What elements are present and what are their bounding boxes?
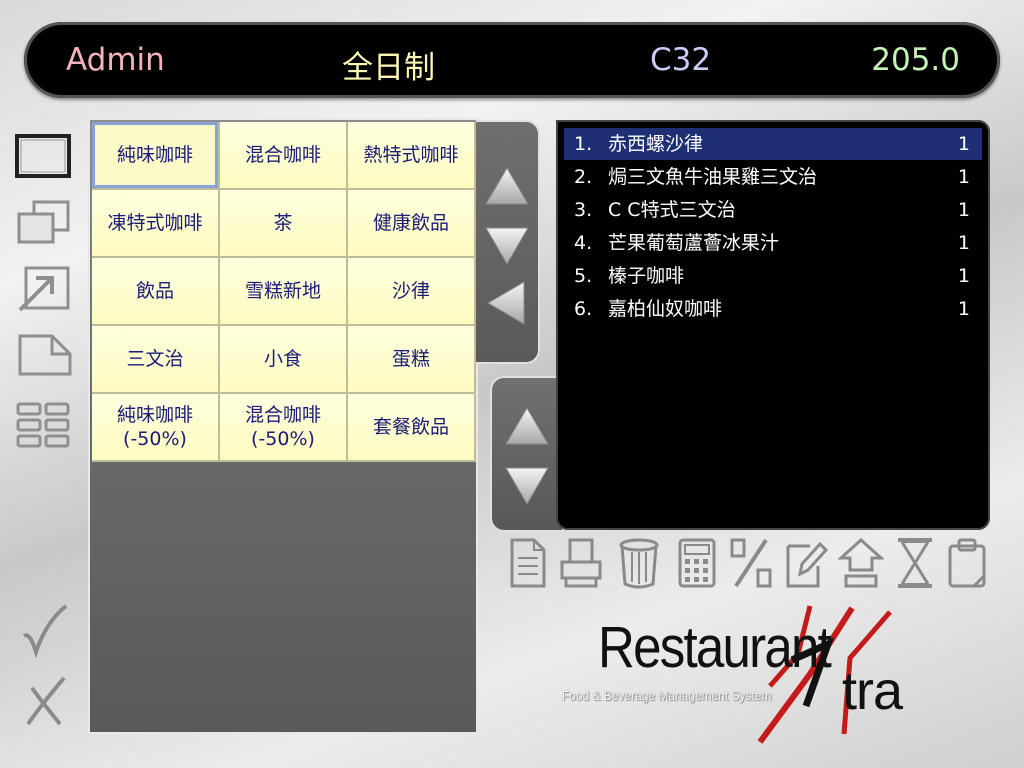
- tag-window-icon: [18, 334, 72, 376]
- home-button[interactable]: [837, 536, 885, 590]
- multi-window-icon: [17, 200, 70, 244]
- order-list: 1. 赤西螺沙律 1 2. 焗三文魚牛油果雞三文治 1 3. C C特式三文治 1 4. 芒果葡萄蘆…: [556, 120, 990, 530]
- category-panel: 純味咖啡 混合咖啡 熱特式咖啡凍特式咖啡茶健康飲品飲品 雪糕新地 沙律三文治 小食 蛋糕純味…: [88, 118, 478, 734]
- order-item-name: 芒果葡萄蘆薈冰果汁: [608, 232, 780, 254]
- category-button[interactable]: 混合咖啡: [220, 122, 348, 190]
- order-item-qty: 1: [957, 298, 970, 320]
- order-item-qty: 1: [957, 199, 970, 221]
- category-button[interactable]: 套餐飲品: [348, 394, 476, 462]
- order-scroll-down-icon[interactable]: [504, 466, 550, 506]
- category-scroll-down-icon[interactable]: [484, 226, 530, 266]
- order-item-qty: 1: [957, 133, 970, 155]
- order-item-qty: 1: [957, 166, 970, 188]
- category-button[interactable]: 混合咖啡 (-50%): [220, 394, 348, 462]
- calculator-button[interactable]: [674, 536, 720, 590]
- category-button[interactable]: 凍特式咖啡: [92, 190, 220, 258]
- order-item-num: 1.: [574, 133, 593, 155]
- restaurant-xtra-logo: Restaurant tra Food & Beverage Managemen…: [560, 604, 940, 744]
- order-item-row[interactable]: 5. 榛子咖啡 1: [564, 260, 982, 292]
- table-number: C32: [650, 42, 712, 78]
- printer-icon: [560, 538, 602, 588]
- category-button[interactable]: 蛋糕: [348, 326, 476, 394]
- document-button[interactable]: [504, 536, 550, 590]
- order-item-row[interactable]: 1. 赤西螺沙律 1: [564, 128, 982, 160]
- percent-icon: [730, 538, 772, 588]
- category-button[interactable]: 飲品: [92, 258, 220, 326]
- order-item-name: 焗三文魚牛油果雞三文治: [608, 166, 818, 188]
- order-item-name: C C特式三文治: [608, 199, 736, 221]
- clipboard-button[interactable]: [944, 536, 990, 590]
- order-item-row[interactable]: 2. 焗三文魚牛油果雞三文治 1: [564, 161, 982, 193]
- order-item-name: 赤西螺沙律: [608, 133, 704, 155]
- home-up-icon: [837, 537, 885, 588]
- category-button[interactable]: 茶: [220, 190, 348, 258]
- order-item-row[interactable]: 4. 芒果葡萄蘆薈冰果汁 1: [564, 227, 982, 259]
- edit-button[interactable]: [782, 536, 829, 590]
- delete-button[interactable]: [616, 536, 662, 590]
- check-icon: [22, 604, 68, 659]
- multi-window-button[interactable]: [14, 198, 74, 248]
- print-button[interactable]: [558, 536, 604, 590]
- grid-view-button[interactable]: [14, 400, 74, 450]
- order-item-name: 榛子咖啡: [608, 265, 685, 287]
- order-item-qty: 1: [957, 265, 970, 287]
- order-item-row[interactable]: 3. C C特式三文治 1: [564, 194, 982, 226]
- category-button[interactable]: 純味咖啡 (-50%): [92, 394, 220, 462]
- service-mode: 全日制: [342, 50, 435, 86]
- status-header: Admin 全日制 C32 205.0: [24, 22, 1000, 98]
- order-item-name: 嘉柏仙奴咖啡: [608, 298, 723, 320]
- order-item-qty: 1: [957, 232, 970, 254]
- order-item-num: 2.: [574, 166, 593, 188]
- category-button[interactable]: 沙律: [348, 258, 476, 326]
- order-total: 205.0: [871, 42, 960, 78]
- order-item-row[interactable]: 6. 嘉柏仙奴咖啡 1: [564, 293, 982, 325]
- cross-icon: [26, 676, 66, 726]
- category-button[interactable]: 熱特式咖啡: [348, 122, 476, 190]
- cancel-button[interactable]: [20, 674, 70, 730]
- order-toolbar: [504, 536, 988, 592]
- category-button[interactable]: 三文治: [92, 326, 220, 394]
- category-button[interactable]: 健康飲品: [348, 190, 476, 258]
- user-name: Admin: [66, 42, 165, 78]
- order-scroll-panel: [490, 376, 562, 532]
- logo-subtitle: Food & Beverage Management System: [562, 688, 772, 703]
- tag-window-button[interactable]: [14, 330, 74, 380]
- hourglass-icon: [898, 538, 932, 588]
- order-item-num: 5.: [574, 265, 593, 287]
- transfer-button[interactable]: [14, 264, 74, 314]
- confirm-button[interactable]: [20, 602, 70, 659]
- category-button[interactable]: 小食: [220, 326, 348, 394]
- single-window-icon: [15, 134, 71, 178]
- order-item-num: 4.: [574, 232, 593, 254]
- category-back-icon[interactable]: [486, 280, 526, 326]
- hold-button[interactable]: [892, 536, 938, 590]
- order-scroll-up-icon[interactable]: [504, 406, 550, 446]
- edit-icon: [786, 541, 829, 588]
- category-scroll-panel: [476, 120, 540, 364]
- order-item-num: 6.: [574, 298, 593, 320]
- category-button[interactable]: 純味咖啡: [92, 122, 220, 190]
- clipboard-icon: [948, 538, 986, 588]
- logo-main-text: Restaurant: [598, 615, 832, 680]
- trash-icon: [619, 538, 659, 589]
- order-item-num: 3.: [574, 199, 593, 221]
- grid-view-icon: [16, 402, 70, 448]
- document-icon: [510, 538, 546, 588]
- calculator-icon: [678, 538, 716, 588]
- category-button[interactable]: 雪糕新地: [220, 258, 348, 326]
- logo-xtra-text: tra: [842, 661, 903, 721]
- transfer-arrow-icon: [18, 266, 70, 312]
- discount-button[interactable]: [728, 536, 774, 590]
- category-scroll-up-icon[interactable]: [484, 166, 530, 206]
- category-grid: 純味咖啡 混合咖啡 熱特式咖啡凍特式咖啡茶健康飲品飲品 雪糕新地 沙律三文治 小食 蛋糕純味…: [92, 122, 476, 464]
- single-window-button[interactable]: [14, 132, 74, 182]
